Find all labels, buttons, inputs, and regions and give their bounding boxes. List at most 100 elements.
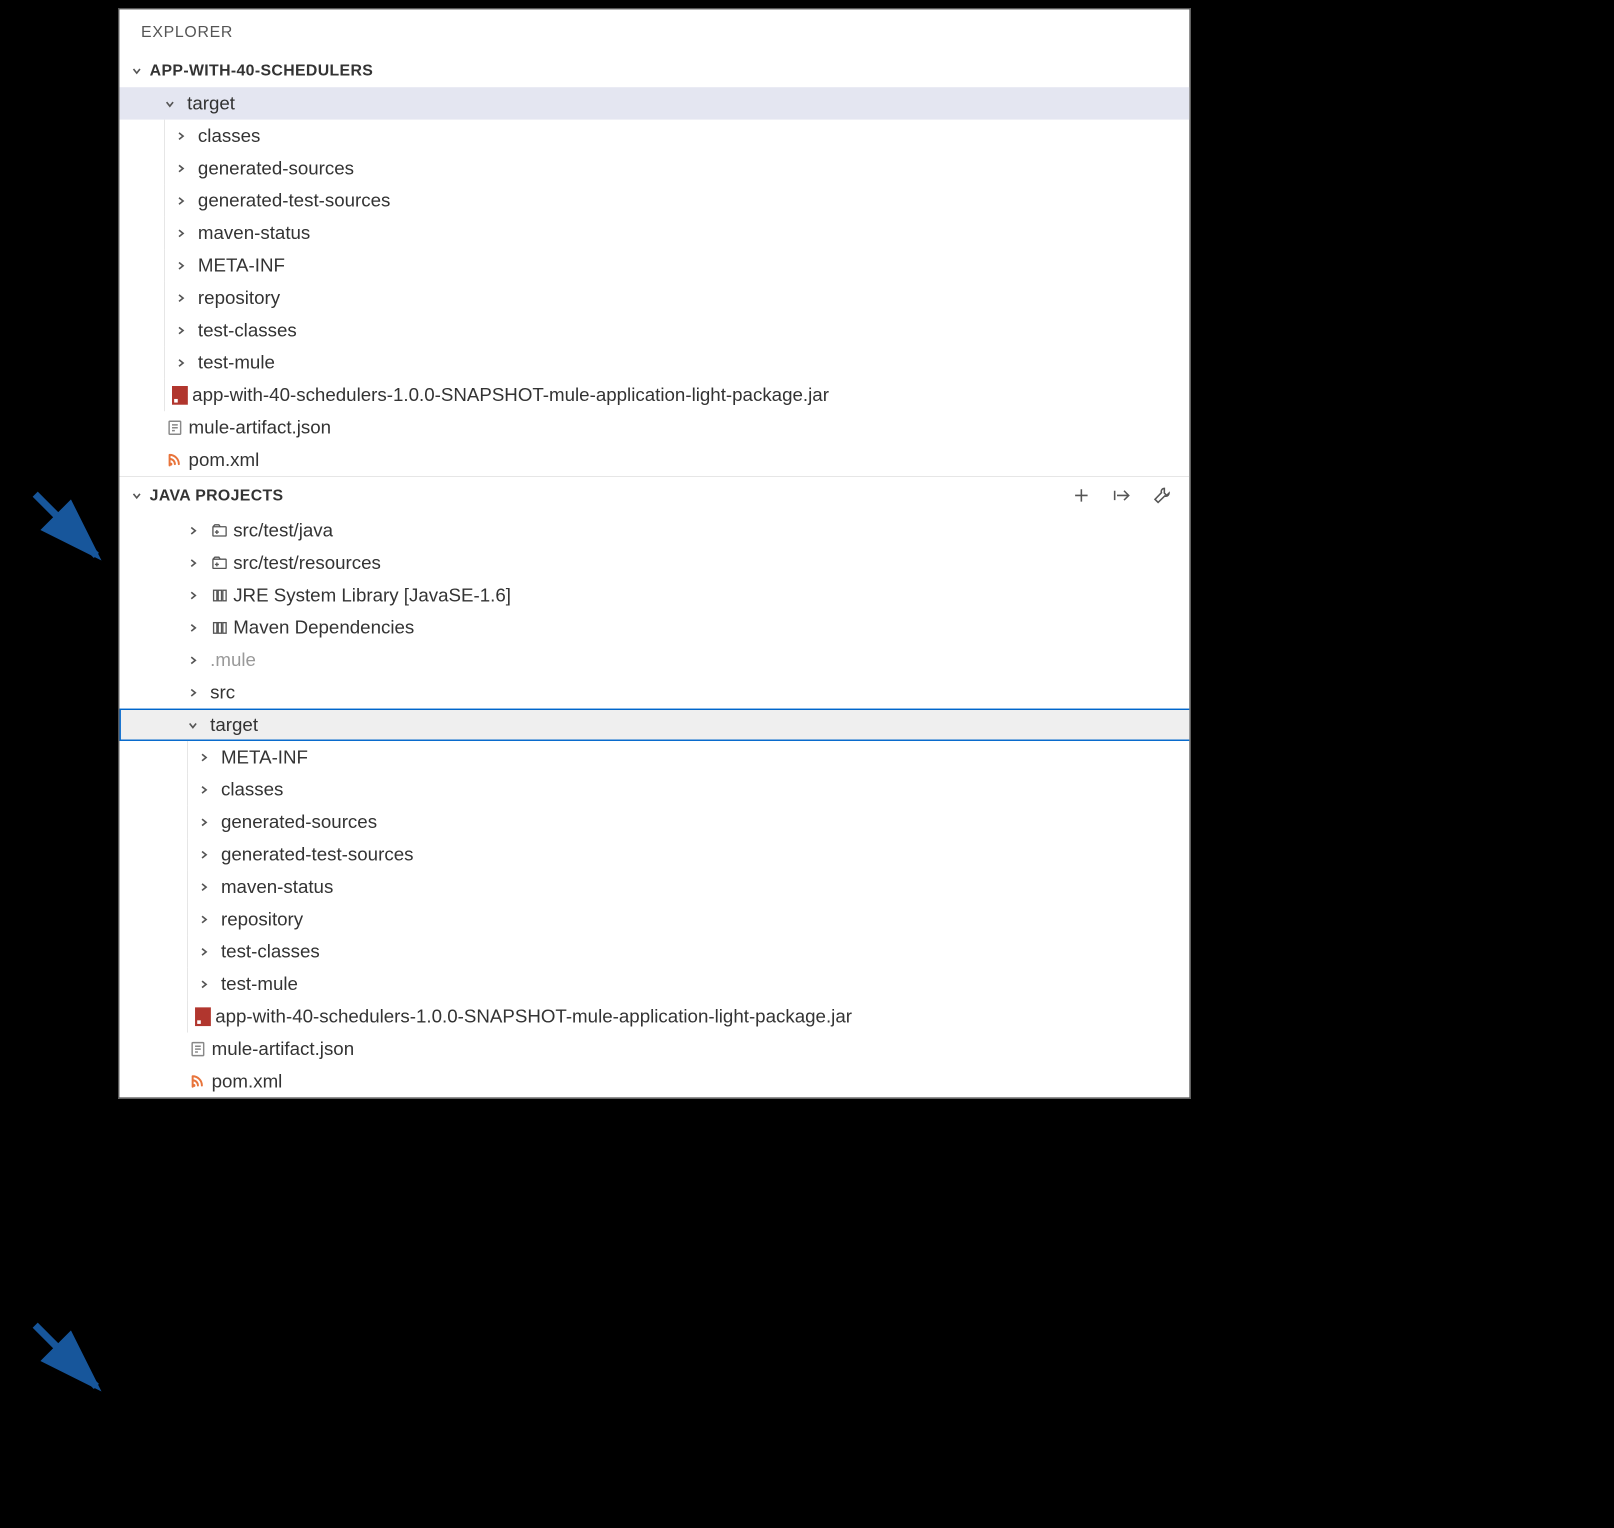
folder-label: maven-status — [221, 876, 333, 898]
folder-classes-java[interactable]: classes — [119, 773, 1189, 805]
chevron-right-icon — [172, 224, 189, 241]
folder-label: repository — [198, 287, 280, 309]
chevron-down-icon — [184, 716, 201, 733]
folder-label: classes — [198, 125, 260, 147]
project-section-label: APP-WITH-40-SCHEDULERS — [150, 61, 374, 80]
folder-label: generated-test-sources — [221, 843, 414, 865]
project-section-header[interactable]: APP-WITH-40-SCHEDULERS — [119, 54, 1189, 87]
file-label: pom.xml — [189, 449, 260, 471]
folder-label: maven-status — [198, 222, 310, 244]
add-icon[interactable] — [1070, 484, 1093, 507]
folder-test-classes[interactable]: test-classes — [119, 314, 1189, 346]
folder-generated-test-sources[interactable]: generated-test-sources — [119, 184, 1189, 216]
item-label: Maven Dependencies — [233, 616, 414, 638]
file-label: app-with-40-schedulers-1.0.0-SNAPSHOT-mu… — [192, 384, 829, 406]
folder-generated-sources[interactable]: generated-sources — [119, 152, 1189, 184]
folder-repository-java[interactable]: repository — [119, 903, 1189, 935]
tools-icon[interactable] — [1150, 484, 1173, 507]
chevron-right-icon — [195, 846, 212, 863]
chevron-down-icon — [128, 62, 145, 79]
chevron-right-icon — [172, 257, 189, 274]
file-pom-xml[interactable]: pom.xml — [119, 444, 1189, 476]
folder-label: generated-test-sources — [198, 189, 391, 211]
item-jre-library[interactable]: JRE System Library [JavaSE-1.6] — [119, 579, 1189, 611]
folder-meta-inf[interactable]: META-INF — [119, 249, 1189, 281]
chevron-right-icon — [184, 587, 201, 604]
folder-test-mule[interactable]: test-mule — [119, 346, 1189, 378]
folder-repository[interactable]: repository — [119, 282, 1189, 314]
folder-label: repository — [221, 908, 303, 930]
chevron-right-icon — [184, 619, 201, 636]
xml-icon — [189, 1072, 208, 1091]
item-label: src/test/java — [233, 519, 333, 541]
file-jar[interactable]: app-with-40-schedulers-1.0.0-SNAPSHOT-mu… — [119, 379, 1189, 411]
folder-label: META-INF — [221, 746, 308, 768]
export-icon[interactable] — [1110, 484, 1133, 507]
folder-label: generated-sources — [198, 157, 354, 179]
file-label: mule-artifact.json — [212, 1038, 355, 1060]
folder-label: test-mule — [198, 351, 275, 373]
folder-label: test-classes — [198, 319, 297, 341]
folder-label: target — [187, 92, 235, 114]
file-mule-artifact[interactable]: mule-artifact.json — [119, 411, 1189, 443]
item-src-test-java[interactable]: src/test/java — [119, 514, 1189, 546]
java-projects-section-header[interactable]: JAVA PROJECTS — [119, 476, 1189, 514]
chevron-right-icon — [184, 651, 201, 668]
item-src-test-resources[interactable]: src/test/resources — [119, 547, 1189, 579]
item-maven-deps[interactable]: Maven Dependencies — [119, 611, 1189, 643]
folder-generated-test-sources-java[interactable]: generated-test-sources — [119, 838, 1189, 870]
folder-label: test-mule — [221, 973, 298, 995]
item-label: JRE System Library [JavaSE-1.6] — [233, 584, 511, 606]
folder-generated-sources-java[interactable]: generated-sources — [119, 806, 1189, 838]
folder-test-mule-java[interactable]: test-mule — [119, 968, 1189, 1000]
chevron-right-icon — [195, 911, 212, 928]
folder-maven-status-java[interactable]: maven-status — [119, 871, 1189, 903]
item-src[interactable]: src — [119, 676, 1189, 708]
file-pom-xml-java[interactable]: pom.xml — [119, 1065, 1189, 1097]
library-icon — [210, 618, 229, 637]
item-label: src — [210, 681, 235, 703]
java-projects-label: JAVA PROJECTS — [150, 486, 284, 505]
folder-label: generated-sources — [221, 811, 377, 833]
chevron-right-icon — [195, 781, 212, 798]
chevron-right-icon — [195, 749, 212, 766]
chevron-right-icon — [195, 975, 212, 992]
folder-maven-status[interactable]: maven-status — [119, 217, 1189, 249]
explorer-title: EXPLORER — [119, 9, 1189, 54]
json-icon — [189, 1039, 208, 1058]
folder-label: META-INF — [198, 254, 285, 276]
folder-meta-inf-java[interactable]: META-INF — [119, 741, 1189, 773]
folder-test-classes-java[interactable]: test-classes — [119, 935, 1189, 967]
file-label: pom.xml — [212, 1070, 283, 1092]
chevron-right-icon — [195, 813, 212, 830]
chevron-right-icon — [184, 554, 201, 571]
arrow-annotation-icon — [28, 487, 114, 577]
item-label: .mule — [210, 649, 256, 671]
chevron-down-icon — [161, 95, 178, 112]
folder-target[interactable]: target — [119, 87, 1189, 119]
jar-icon — [172, 386, 188, 405]
package-folder-icon — [210, 553, 229, 572]
xml-icon — [166, 450, 185, 469]
section-actions — [1070, 484, 1174, 507]
library-icon — [210, 586, 229, 605]
folder-target-java[interactable]: target — [119, 709, 1189, 741]
file-label: app-with-40-schedulers-1.0.0-SNAPSHOT-mu… — [215, 1005, 852, 1027]
chevron-right-icon — [172, 354, 189, 371]
chevron-right-icon — [172, 192, 189, 209]
explorer-panel: EXPLORER APP-WITH-40-SCHEDULERS target c… — [118, 8, 1191, 1099]
item-mule[interactable]: .mule — [119, 644, 1189, 676]
chevron-right-icon — [172, 322, 189, 339]
folder-label: test-classes — [221, 940, 320, 962]
chevron-down-icon — [128, 487, 145, 504]
folder-classes[interactable]: classes — [119, 120, 1189, 152]
file-label: mule-artifact.json — [189, 416, 332, 438]
package-folder-icon — [210, 521, 229, 540]
arrow-annotation-icon — [28, 1318, 114, 1408]
file-mule-artifact-java[interactable]: mule-artifact.json — [119, 1033, 1189, 1065]
chevron-right-icon — [195, 943, 212, 960]
json-icon — [166, 418, 185, 437]
folder-label: target — [210, 714, 258, 736]
chevron-right-icon — [184, 684, 201, 701]
file-jar-java[interactable]: app-with-40-schedulers-1.0.0-SNAPSHOT-mu… — [119, 1000, 1189, 1032]
